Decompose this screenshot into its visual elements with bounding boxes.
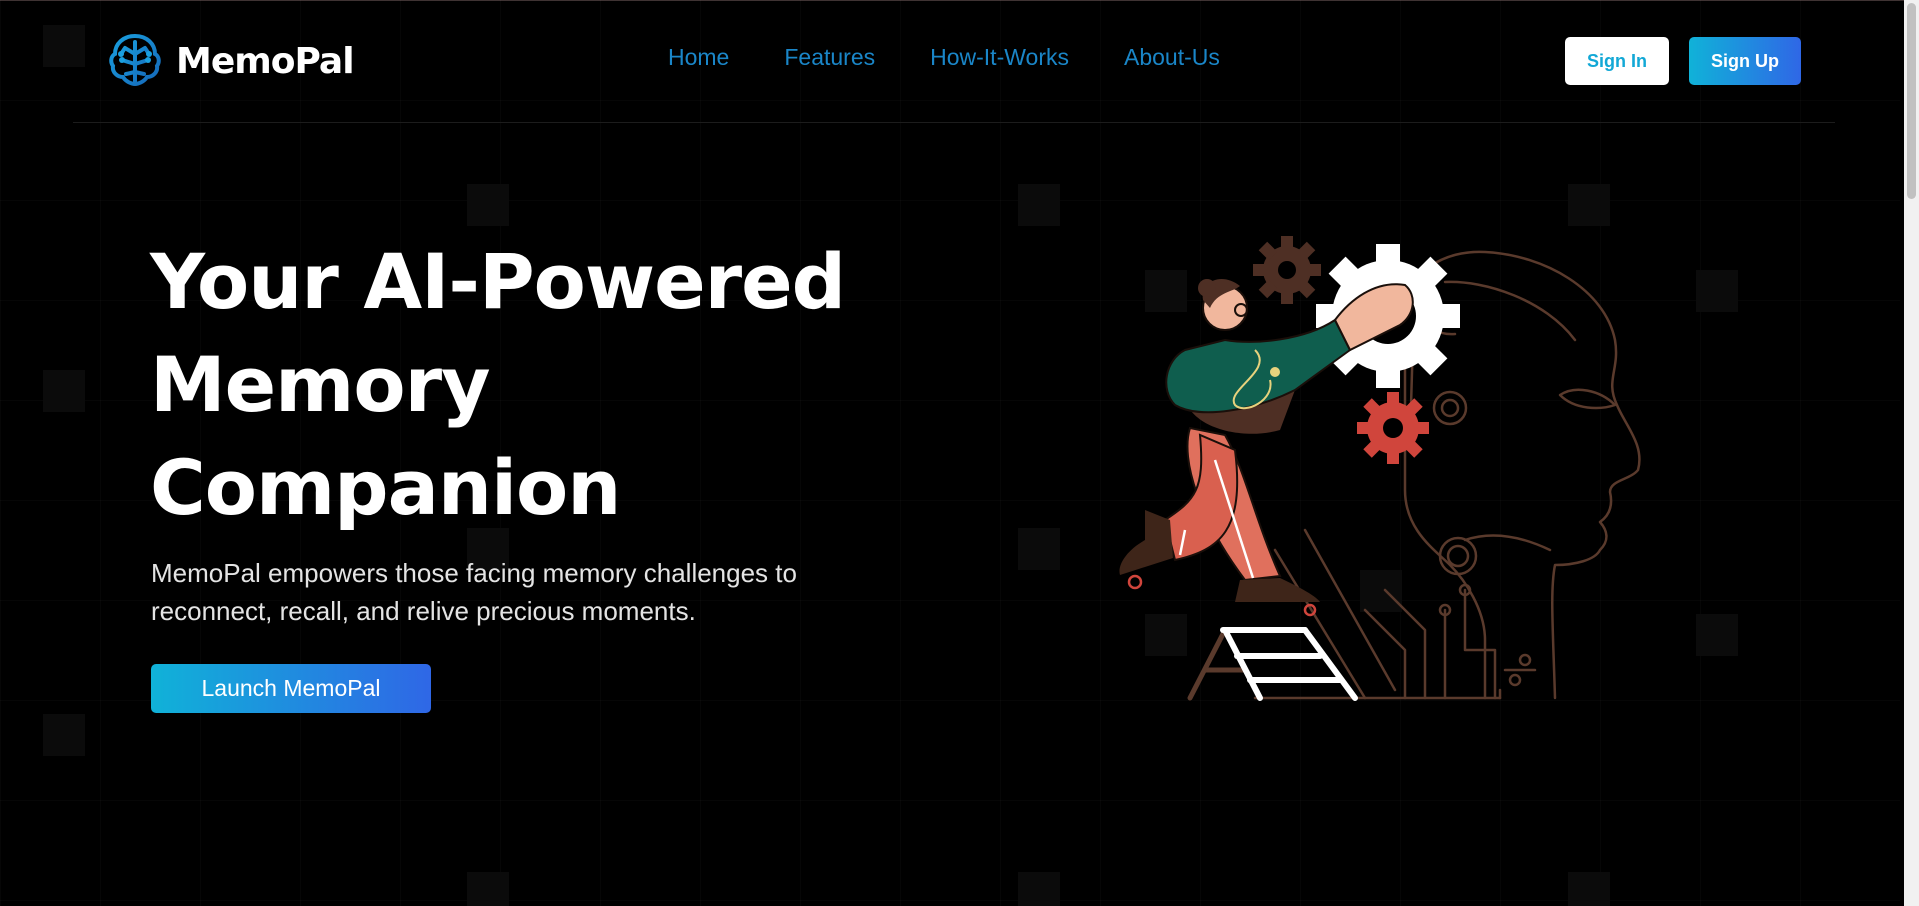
ai-head-illustration [1119,236,1641,701]
background-tile [43,714,85,756]
main-nav: Home Features How-It-Works About-Us [668,44,1220,71]
brand[interactable]: MemoPal [106,32,355,90]
background-tile [467,872,509,906]
scrollbar-thumb[interactable] [1907,3,1916,199]
site-header: MemoPal Home Features How-It-Works About… [73,0,1835,123]
background-tile [43,370,85,412]
hero-subtitle-line: MemoPal empowers those facing memory cha… [151,558,797,588]
sign-up-button[interactable]: Sign Up [1689,37,1801,85]
background-tile [1696,270,1738,312]
sign-in-button[interactable]: Sign In [1565,37,1669,85]
background-tile [1018,184,1060,226]
background-tile [1018,528,1060,570]
nav-link-features[interactable]: Features [784,44,875,71]
hero-subtitle-line: reconnect, recall, and relive precious m… [151,596,696,626]
background-tile [1568,184,1610,226]
hero-title-line: Memory [150,340,491,429]
background-tile [1696,614,1738,656]
hero-title-line: Companion [150,443,621,532]
hero-title: Your AI-Powered Memory Companion [150,230,910,539]
background-tile [1018,872,1060,906]
launch-memopal-button[interactable]: Launch MemoPal [151,664,431,713]
hero-title-line: Your AI-Powered [150,237,846,326]
background-tile [1568,872,1610,906]
nav-link-about-us[interactable]: About-Us [1124,44,1220,71]
nav-link-home[interactable]: Home [668,44,729,71]
brand-name: MemoPal [176,40,355,82]
nav-link-how-it-works[interactable]: How-It-Works [930,44,1069,71]
hero-subtitle: MemoPal empowers those facing memory cha… [151,554,871,630]
background-tile [467,184,509,226]
brain-tree-icon [109,33,161,87]
page-scrollbar[interactable] [1904,0,1919,906]
